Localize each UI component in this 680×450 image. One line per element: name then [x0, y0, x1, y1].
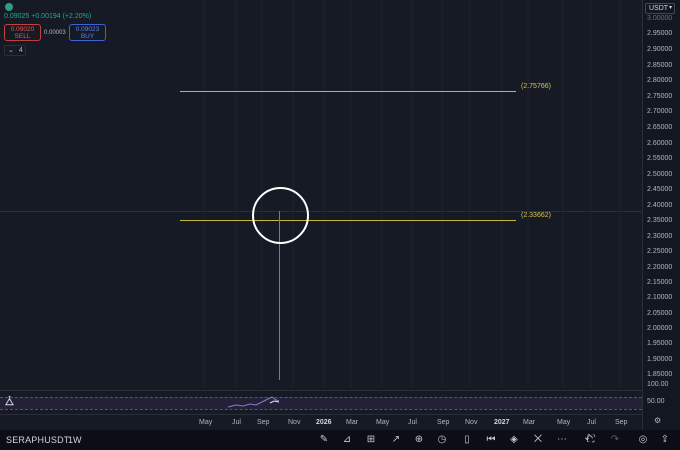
screenshot-icon[interactable]: ◎ [636, 433, 650, 447]
horizontal-line-lower[interactable] [180, 220, 516, 221]
share-icon[interactable]: ⇪ [658, 433, 672, 447]
time-axis[interactable]: May Jul Sep Nov 2026 Mar May Jul Sep Nov… [0, 414, 642, 431]
redo-icon[interactable]: ↷ [608, 433, 622, 447]
time-label: Sep [437, 419, 450, 426]
gear-icon[interactable]: ⚙ [654, 416, 661, 425]
alarm-icon[interactable]: ◷ [435, 433, 449, 447]
price-tick: 2.35000 [647, 217, 673, 224]
price-tick: 2.05000 [647, 310, 673, 317]
price-tick: 2.45000 [647, 186, 673, 193]
sell-button[interactable]: 0.09020 SELL [4, 24, 41, 41]
price-axis[interactable]: USDT ▾ 3.00000 2.95000 2.90000 2.85000 2… [642, 0, 680, 430]
chart-type-icon[interactable]: ⊿ [340, 433, 354, 447]
price-tick: 2.50000 [647, 171, 673, 178]
time-label: Jul [587, 419, 596, 426]
time-label: Jul [408, 419, 417, 426]
rsi-line [227, 396, 280, 408]
sell-label: SELL [14, 33, 31, 40]
horizontal-line-lower-label: (2.33662) [521, 212, 551, 219]
sell-price: 0.09020 [10, 26, 35, 33]
price-tick: 2.15000 [647, 279, 673, 286]
bottom-toolbar: SERAPHUSDT 1W ✎ ⊿ ⊞ ↗ ⊕ ◷ ▯ ⏮ ◈ ⨉ ⋯ ↶ ⛶ … [0, 430, 680, 450]
interval-selector[interactable]: 1W [68, 435, 82, 445]
time-label-year: 2027 [494, 419, 510, 426]
time-label-year: 2026 [316, 419, 332, 426]
highlight-circle [252, 187, 309, 244]
currency-label: USDT [649, 5, 669, 12]
price-tick: 2.55000 [647, 155, 673, 162]
horizontal-line-upper[interactable] [180, 91, 516, 92]
chart-window: 0.09025 +0.00194 (+2.20%) 0.09020 SELL 0… [0, 0, 680, 450]
rsi-tick: 100.00 [647, 381, 669, 388]
chevron-down-icon: ⌄ [8, 47, 14, 54]
price-tick: 2.95000 [647, 30, 673, 37]
indicators-toggle-button[interactable]: ⌄ 4 [4, 45, 26, 56]
trend-line-icon[interactable]: ↗ [389, 433, 403, 447]
fullscreen-icon[interactable]: ⛶ [584, 433, 598, 447]
price-change-quote: 0.09025 +0.00194 (+2.20%) [4, 13, 92, 20]
price-tick: 2.00000 [647, 325, 673, 332]
buy-price: 0.09023 [75, 26, 100, 33]
time-label: Nov [465, 419, 478, 426]
chart-area[interactable]: 0.09025 +0.00194 (+2.20%) 0.09020 SELL 0… [0, 0, 642, 388]
time-label: May [376, 419, 390, 426]
indicators-count: 4 [18, 47, 23, 54]
trash-icon[interactable]: ⨉ [531, 433, 545, 447]
price-tick: 2.70000 [647, 108, 673, 115]
more-icon[interactable]: ⋯ [555, 433, 569, 447]
symbol-name[interactable]: SERAPHUSDT [6, 435, 70, 445]
tradingview-logo-icon: ⧊ [5, 397, 14, 408]
price-tick: 2.60000 [647, 140, 673, 147]
time-label: Nov [288, 419, 301, 426]
time-label: May [199, 419, 213, 426]
price-tick: 1.85000 [647, 371, 673, 378]
buy-label: BUY [80, 33, 95, 40]
horizontal-line-upper-label: (2.75766) [521, 83, 551, 90]
price-tick: 3.00000 [647, 15, 673, 22]
chevron-down-icon: ▾ [668, 5, 672, 11]
rsi-pane[interactable] [0, 390, 642, 415]
grid [203, 0, 621, 388]
price-tick: 2.80000 [647, 77, 673, 84]
price-tick: 2.75000 [647, 93, 673, 100]
replay-icon[interactable]: ⏮ [484, 433, 498, 447]
time-label: May [557, 419, 571, 426]
price-tick: 2.65000 [647, 124, 673, 131]
logo-dot-icon [5, 3, 13, 11]
layers-icon[interactable]: ◈ [507, 433, 521, 447]
price-tick: 2.10000 [647, 294, 673, 301]
candles-icon[interactable]: ▯ [460, 433, 474, 447]
rsi-tick: 50.00 [647, 398, 665, 405]
price-tick: 1.95000 [647, 340, 673, 347]
time-label: Mar [346, 419, 359, 426]
price-tick: 1.90000 [647, 356, 673, 363]
price-tick: 2.25000 [647, 248, 673, 255]
price-tick: 2.30000 [647, 233, 673, 240]
price-tick: 2.40000 [647, 202, 673, 209]
time-label: Sep [257, 419, 270, 426]
time-label: Mar [523, 419, 536, 426]
price-tick: 2.85000 [647, 62, 673, 69]
indicators-icon[interactable]: ⊞ [364, 433, 378, 447]
currency-selector[interactable]: USDT ▾ [645, 3, 675, 14]
brush-icon[interactable]: ✎ [317, 433, 331, 447]
add-icon[interactable]: ⊕ [412, 433, 426, 447]
price-tick: 2.20000 [647, 264, 673, 271]
buy-button[interactable]: 0.09023 BUY [69, 24, 106, 41]
spread-value: 0.00003 [44, 30, 66, 36]
time-label: Jul [232, 419, 241, 426]
price-tick: 2.90000 [647, 46, 673, 53]
time-label: Sep [615, 419, 628, 426]
